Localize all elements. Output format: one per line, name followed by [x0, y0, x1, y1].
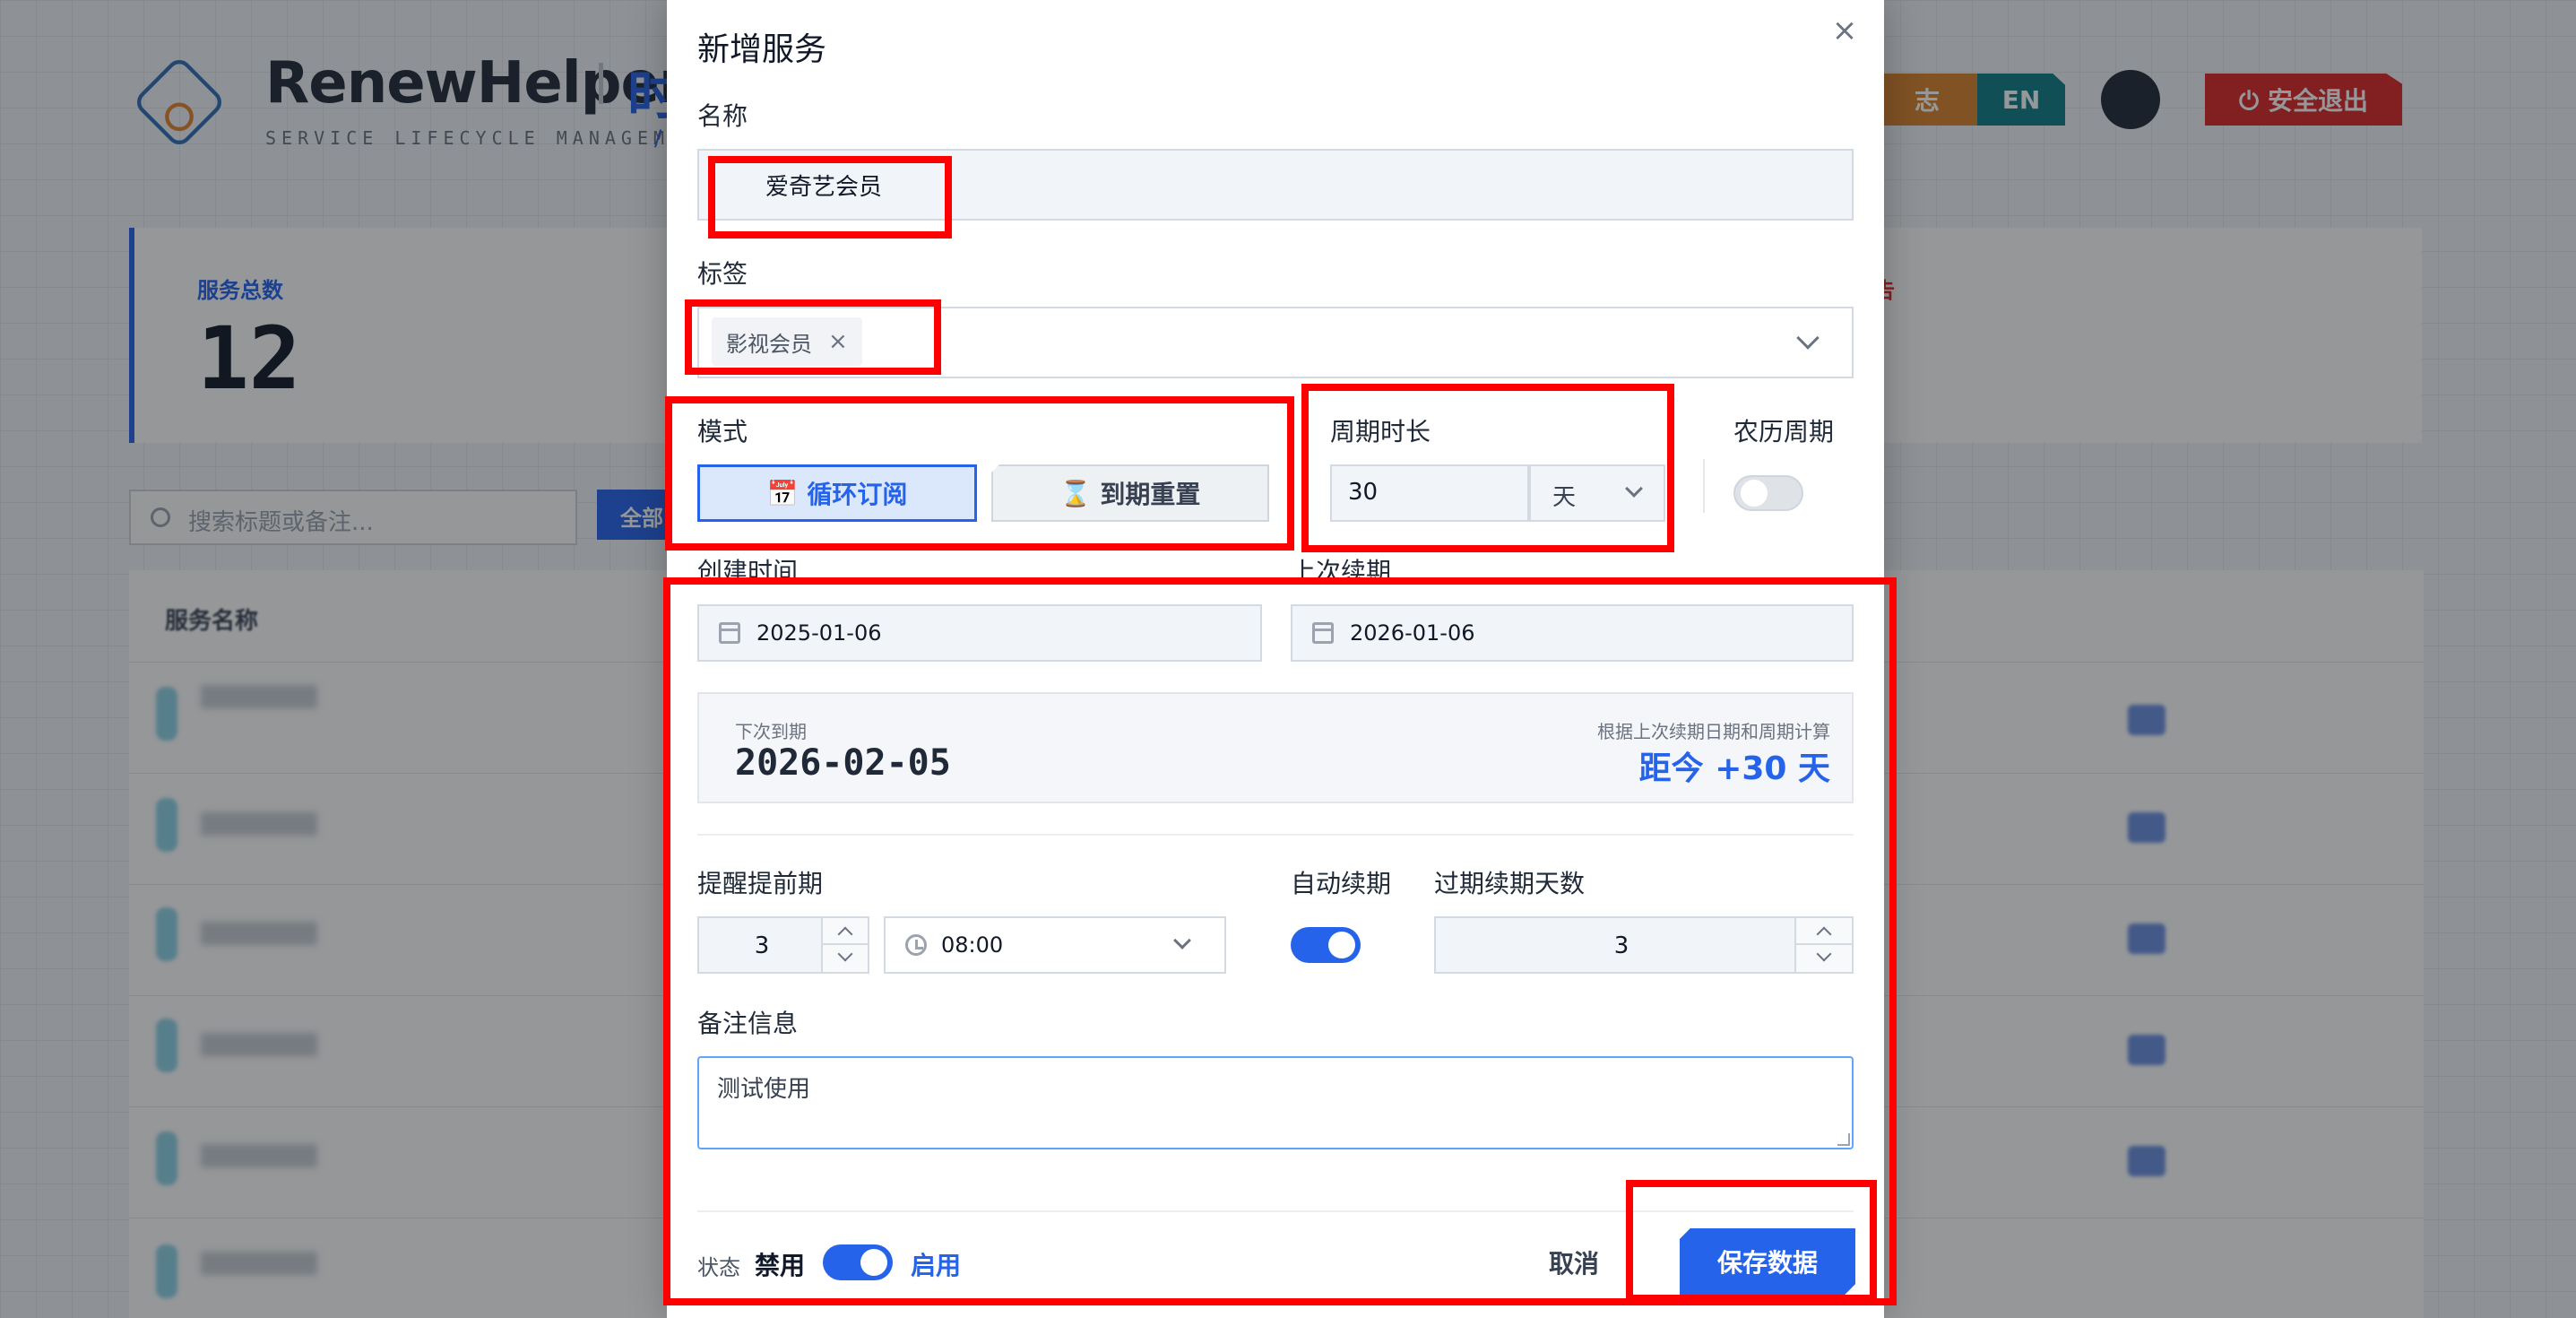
- status-on-label: 启用: [911, 1251, 962, 1280]
- footer-divider: [697, 1210, 1854, 1212]
- remind-days-value: 3: [754, 932, 770, 959]
- lunar-toggle[interactable]: [1733, 475, 1803, 511]
- mode-label: 模式: [697, 417, 748, 447]
- next-due-countdown: 距今 +30 天: [1638, 750, 1830, 787]
- section-divider: [697, 834, 1854, 836]
- remind-label: 提醒提前期: [697, 869, 824, 898]
- calendar-icon: [719, 622, 740, 644]
- decrement-icon[interactable]: [823, 945, 868, 972]
- next-due-panel: 下次到期 2026-02-05 根据上次续期日期和周期计算 距今 +30 天: [697, 692, 1854, 803]
- last-renew-date-value: 2026-01-06: [1350, 620, 1475, 646]
- overdue-days-label: 过期续期天数: [1434, 869, 1586, 898]
- remind-time-select[interactable]: 08:00: [884, 916, 1226, 974]
- dialog-title: 新增服务: [697, 31, 827, 68]
- resize-handle-icon[interactable]: [1837, 1133, 1850, 1146]
- notes-label: 备注信息: [697, 1009, 799, 1038]
- hourglass-icon: ⌛: [1059, 478, 1092, 508]
- clock-icon: [905, 934, 927, 956]
- lunar-label: 农历周期: [1733, 417, 1835, 447]
- increment-icon[interactable]: [823, 918, 868, 945]
- name-label: 名称: [697, 101, 748, 131]
- tag-remove-icon[interactable]: ×: [828, 328, 848, 355]
- overdue-days-value: 3: [1613, 932, 1629, 959]
- chevron-down-icon: [1173, 932, 1191, 949]
- cancel-button[interactable]: 取消: [1549, 1244, 1599, 1280]
- created-label: 创建时间: [697, 557, 799, 586]
- status-label: 状态: [697, 1255, 740, 1280]
- status-off-label: 禁用: [755, 1251, 806, 1280]
- chevron-down-icon: [1625, 480, 1643, 498]
- cycle-value: 30: [1348, 479, 1379, 506]
- cycle-unit-select[interactable]: 天: [1529, 464, 1665, 522]
- auto-renew-label: 自动续期: [1291, 869, 1392, 898]
- next-due-date: 2026-02-05: [735, 742, 951, 784]
- overdue-days-stepper[interactable]: 3: [1434, 916, 1854, 974]
- tag-chip-label: 影视会员: [726, 331, 812, 357]
- mode-cycle-button[interactable]: 📅 循环订阅: [697, 464, 977, 522]
- last-renew-date-input[interactable]: 2026-01-06: [1291, 604, 1854, 662]
- notes-textarea[interactable]: 测试使用: [697, 1056, 1854, 1149]
- mode-cycle-label: 循环订阅: [807, 480, 908, 509]
- remind-days-stepper[interactable]: 3: [697, 916, 869, 974]
- created-date-value: 2025-01-06: [756, 620, 882, 646]
- add-service-dialog: 新增服务 × 名称 爱奇艺会员 标签 影视会员 × 模式 📅 循环订阅 ⌛ 到期…: [667, 0, 1884, 1318]
- next-due-label: 下次到期: [735, 721, 807, 742]
- increment-icon[interactable]: [1796, 918, 1852, 945]
- tags-label: 标签: [697, 259, 748, 289]
- mode-reset-label: 到期重置: [1100, 480, 1201, 509]
- created-date-input[interactable]: 2025-01-06: [697, 604, 1262, 662]
- mode-reset-button[interactable]: ⌛ 到期重置: [991, 464, 1269, 522]
- lunar-divider: [1703, 459, 1705, 513]
- status-toggle[interactable]: [823, 1244, 893, 1280]
- decrement-icon[interactable]: [1796, 945, 1852, 972]
- cycle-value-input[interactable]: 30: [1330, 464, 1529, 522]
- auto-renew-toggle[interactable]: [1291, 927, 1361, 963]
- remind-time-value: 08:00: [941, 932, 1004, 958]
- last-renew-label: 上次续期: [1291, 557, 1392, 586]
- close-icon[interactable]: ×: [1828, 14, 1861, 47]
- calendar-icon: 📅: [766, 478, 799, 508]
- cycle-unit: 天: [1552, 484, 1577, 511]
- name-value: 爱奇艺会员: [765, 174, 883, 201]
- tag-chip: 影视会员 ×: [712, 317, 862, 366]
- next-due-hint: 根据上次续期日期和周期计算: [1597, 721, 1830, 742]
- tags-select[interactable]: [697, 307, 1854, 378]
- save-button[interactable]: 保存数据: [1680, 1228, 1855, 1295]
- cycle-label: 周期时长: [1330, 417, 1431, 447]
- calendar-icon: [1312, 622, 1334, 644]
- name-input[interactable]: 爱奇艺会员: [697, 149, 1854, 221]
